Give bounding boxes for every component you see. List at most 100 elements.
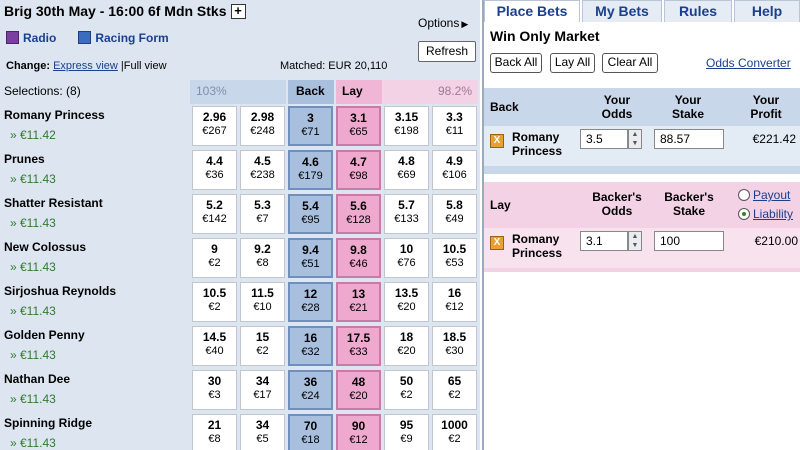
runner-name[interactable]: Sirjoshua Reynolds	[4, 284, 116, 298]
racing-form-link[interactable]: Racing Form	[78, 31, 169, 45]
price-amount: €248	[250, 125, 275, 137]
lay-price-3-cell[interactable]: 18.5 €30	[432, 326, 477, 366]
lay-all-button[interactable]: Lay All	[550, 53, 595, 73]
lay-price-2-cell[interactable]: 10 €76	[384, 238, 429, 278]
spin-down-icon[interactable]: ▼	[629, 139, 641, 148]
backers-odds-header: Backer's Odds	[592, 190, 642, 218]
lay-price-3-cell[interactable]: 4.9 €106	[432, 150, 477, 190]
lay-stake-input[interactable]: 100	[654, 231, 724, 251]
price-odds: 21	[207, 418, 222, 432]
lay-price-3-cell[interactable]: 5.8 €49	[432, 194, 477, 234]
back-price-2-cell[interactable]: 34 €17	[240, 370, 285, 410]
back-price-2-cell[interactable]: 5.3 €7	[240, 194, 285, 234]
best-back-price-cell[interactable]: 36 €24	[288, 370, 333, 410]
runner-name[interactable]: New Colossus	[4, 240, 86, 254]
best-back-price-cell[interactable]: 70 €18	[288, 414, 333, 450]
liability-radio[interactable]: Liability	[738, 207, 793, 221]
back-price-3-cell[interactable]: 5.2 €142	[192, 194, 237, 234]
price-amount: €8	[256, 257, 269, 269]
best-back-price-cell[interactable]: 4.6 €179	[288, 150, 333, 190]
tab-rules[interactable]: Rules	[664, 0, 732, 22]
tab-help[interactable]: Help	[734, 0, 800, 22]
back-price-2-cell[interactable]: 34 €5	[240, 414, 285, 450]
lay-odds-input[interactable]: 3.1	[580, 231, 628, 251]
price-odds: 11.5	[251, 286, 274, 300]
payout-radio-circle[interactable]	[738, 189, 750, 201]
remove-back-bet-x-icon[interactable]: X	[490, 134, 504, 148]
lay-odds-spinner[interactable]: ▲ ▼	[628, 231, 642, 251]
back-price-3-cell[interactable]: 10.5 €2	[192, 282, 237, 322]
lay-price-2-cell[interactable]: 50 €2	[384, 370, 429, 410]
price-odds: 95	[399, 418, 414, 432]
back-price-2-cell[interactable]: 2.98 €248	[240, 106, 285, 146]
best-lay-price-cell[interactable]: 3.1 €65	[336, 106, 381, 146]
price-amount: €71	[301, 126, 320, 138]
runner-name[interactable]: Nathan Dee	[4, 372, 70, 386]
clear-all-button[interactable]: Clear All	[602, 53, 658, 73]
price-amount: €5	[256, 433, 269, 445]
lay-price-2-cell[interactable]: 18 €20	[384, 326, 429, 366]
back-odds-input[interactable]: 3.5	[580, 129, 628, 149]
add-market-plus-icon[interactable]: +	[230, 4, 246, 19]
best-back-price-cell[interactable]: 16 €32	[288, 326, 333, 366]
refresh-button[interactable]: Refresh	[418, 41, 476, 62]
payout-radio[interactable]: Payout	[738, 188, 790, 202]
back-odds-spinner[interactable]: ▲ ▼	[628, 129, 642, 149]
price-amount: €179	[298, 170, 323, 182]
lay-price-3-cell[interactable]: 16 €12	[432, 282, 477, 322]
best-back-price-cell[interactable]: 5.4 €95	[288, 194, 333, 234]
back-price-3-cell[interactable]: 9 €2	[192, 238, 237, 278]
runner-name[interactable]: Shatter Resistant	[4, 196, 103, 210]
runner-name[interactable]: Golden Penny	[4, 328, 85, 342]
lay-price-2-cell[interactable]: 4.8 €69	[384, 150, 429, 190]
best-back-price-cell[interactable]: 9.4 €51	[288, 238, 333, 278]
back-price-2-cell[interactable]: 15 €2	[240, 326, 285, 366]
best-lay-price-cell[interactable]: 5.6 €128	[336, 194, 381, 234]
price-odds: 17.5	[346, 331, 371, 345]
lay-price-3-cell[interactable]: 3.3 €11	[432, 106, 477, 146]
lay-price-3-cell[interactable]: 65 €2	[432, 370, 477, 410]
spin-up-icon[interactable]: ▲	[629, 130, 641, 139]
back-price-3-cell[interactable]: 14.5 €40	[192, 326, 237, 366]
back-bet-row: X Romany Princess 3.5 ▲ ▼ 88.57 €221.42	[484, 126, 800, 166]
best-lay-price-cell[interactable]: 4.7 €98	[336, 150, 381, 190]
tab-place-bets[interactable]: Place Bets	[484, 0, 580, 22]
lay-price-2-cell[interactable]: 95 €9	[384, 414, 429, 450]
odds-converter-link[interactable]: Odds Converter	[706, 56, 791, 70]
back-price-2-cell[interactable]: 11.5 €10	[240, 282, 285, 322]
back-stake-input[interactable]: 88.57	[654, 129, 724, 149]
back-all-button[interactable]: Back All	[490, 53, 542, 73]
price-odds: 65	[447, 374, 462, 388]
remove-lay-bet-x-icon[interactable]: X	[490, 236, 504, 250]
best-lay-price-cell[interactable]: 9.8 €46	[336, 238, 381, 278]
back-price-2-cell[interactable]: 4.5 €238	[240, 150, 285, 190]
best-lay-price-cell[interactable]: 90 €12	[336, 414, 381, 450]
express-view-link[interactable]: Express view	[53, 60, 118, 72]
back-price-2-cell[interactable]: 9.2 €8	[240, 238, 285, 278]
lay-price-2-cell[interactable]: 3.15 €198	[384, 106, 429, 146]
back-price-3-cell[interactable]: 30 €3	[192, 370, 237, 410]
lay-price-3-cell[interactable]: 10.5 €53	[432, 238, 477, 278]
liability-radio-circle[interactable]	[738, 208, 750, 220]
price-odds: 90	[351, 419, 366, 433]
back-price-3-cell[interactable]: 4.4 €36	[192, 150, 237, 190]
radio-link[interactable]: Radio	[6, 31, 56, 45]
back-price-3-cell[interactable]: 21 €8	[192, 414, 237, 450]
spin-up-icon[interactable]: ▲	[629, 232, 641, 241]
spin-down-icon[interactable]: ▼	[629, 241, 641, 250]
back-price-3-cell[interactable]: 2.96 €267	[192, 106, 237, 146]
best-lay-price-cell[interactable]: 17.5 €33	[336, 326, 381, 366]
lay-price-3-cell[interactable]: 1000 €2	[432, 414, 477, 450]
best-lay-price-cell[interactable]: 48 €20	[336, 370, 381, 410]
lay-price-2-cell[interactable]: 5.7 €133	[384, 194, 429, 234]
best-lay-price-cell[interactable]: 13 €21	[336, 282, 381, 322]
runner-name[interactable]: Prunes	[4, 152, 45, 166]
best-back-price-cell[interactable]: 3 €71	[288, 106, 333, 146]
lay-price-2-cell[interactable]: 13.5 €20	[384, 282, 429, 322]
runner-name[interactable]: Spinning Ridge	[4, 416, 92, 430]
tab-my-bets[interactable]: My Bets	[582, 0, 662, 22]
options-menu[interactable]: Options ▶	[418, 16, 468, 30]
runner-name[interactable]: Romany Princess	[4, 108, 105, 122]
best-back-price-cell[interactable]: 12 €28	[288, 282, 333, 322]
price-odds: 4.5	[254, 154, 271, 168]
